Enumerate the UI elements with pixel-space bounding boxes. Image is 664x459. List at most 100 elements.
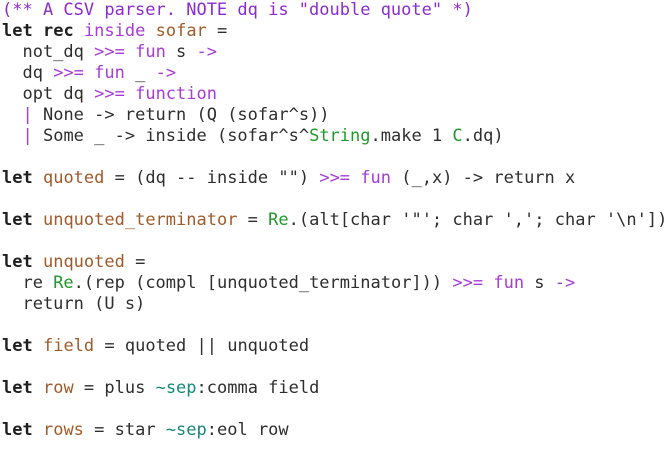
keyword-token: let (2, 336, 33, 356)
code-text-token: = (237, 210, 269, 230)
code-text-token: .dq) (462, 126, 504, 146)
label-token: ~sep (155, 378, 197, 398)
identifier-token: sofar (155, 21, 207, 41)
keyword-token: inside (83, 21, 146, 41)
code-line[interactable]: re Re.(rep (compl [unquoted_terminator])… (2, 273, 664, 294)
code-editor[interactable]: (** A CSV parser. NOTE dq is "double quo… (2, 0, 664, 459)
module-name-token: String (309, 126, 371, 146)
keyword-token: function (135, 84, 217, 104)
code-text-token: _ (124, 63, 156, 83)
code-text-token: :eol row (206, 420, 289, 440)
keyword-token: fun (135, 42, 166, 62)
code-line[interactable] (2, 399, 664, 420)
code-line[interactable]: let unquoted = (2, 252, 664, 273)
code-text-token: Some _ -> inside (sofar^s^ (32, 126, 310, 146)
keyword-token: let (2, 378, 33, 398)
keyword-token: let (2, 168, 33, 188)
operator-token: >>= (94, 42, 125, 62)
identifier-token: unquoted_terminator (42, 210, 238, 230)
code-text-token: .make 1 (370, 126, 453, 146)
code-line[interactable]: let row = plus ~sep:comma field (2, 378, 664, 399)
code-line[interactable] (2, 357, 664, 378)
code-line[interactable] (2, 147, 664, 168)
code-line[interactable]: let rows = star ~sep:eol row (2, 420, 664, 441)
keyword-token: let (2, 21, 33, 41)
module-name-token: Re (268, 210, 289, 230)
code-text-token: None -> return (Q (sofar^s)) (32, 105, 330, 125)
code-line[interactable] (2, 189, 664, 210)
operator-token: >>= (452, 273, 484, 293)
code-line[interactable]: let field = quoted || unquoted (2, 336, 664, 357)
keyword-token: fun (493, 273, 525, 293)
code-line[interactable] (2, 231, 664, 252)
code-line[interactable]: return (U s) (2, 294, 664, 315)
code-text-token: = star (83, 420, 166, 440)
module-name-token: Re (53, 273, 74, 293)
code-text-token: = plus (73, 378, 156, 398)
label-token: ~sep (165, 420, 207, 440)
keyword-token: let (2, 210, 33, 230)
operator-token: -> (196, 42, 218, 62)
keyword-token: let (2, 420, 33, 440)
code-text-token: not_dq (2, 42, 95, 62)
identifier-token: unquoted (42, 252, 125, 272)
code-line[interactable]: let quoted = (dq -- inside "") >>= fun (… (2, 168, 664, 189)
module-name-token: C (452, 126, 463, 146)
operator-token: | (22, 126, 33, 146)
code-line[interactable]: | Some _ -> inside (sofar^s^String.make … (2, 126, 664, 147)
code-text-token: re (2, 273, 54, 293)
code-text-token: opt dq (2, 84, 95, 104)
code-text-token: (_,x) -> return x (391, 168, 576, 188)
code-line[interactable]: dq >>= fun _ -> (2, 63, 664, 84)
code-text-token: return (U s) (2, 294, 146, 314)
code-text-token: = (dq -- inside "") (104, 168, 320, 188)
code-line[interactable]: | None -> return (Q (sofar^s)) (2, 105, 664, 126)
code-text-token: :comma field (196, 378, 320, 398)
identifier-token: field (42, 336, 95, 356)
code-text-token: .(alt[char '"'; char ','; char '\n']) (288, 210, 664, 230)
code-line[interactable] (2, 315, 664, 336)
code-text-token: s (524, 273, 555, 293)
code-line[interactable]: (** A CSV parser. NOTE dq is "double quo… (2, 0, 664, 21)
operator-token: >>= (94, 84, 125, 104)
code-text-token: = (124, 252, 146, 272)
keyword-token: fun (94, 63, 125, 83)
identifier-token: row (42, 378, 74, 398)
code-line[interactable]: let unquoted_terminator = Re.(alt[char '… (2, 210, 664, 231)
identifier-token: quoted (42, 168, 105, 188)
code-text-token: = (206, 21, 228, 41)
operator-token: >>= (319, 168, 351, 188)
code-text-token: .(rep (compl [unquoted_terminator])) (73, 273, 453, 293)
code-line[interactable]: let rec inside sofar = (2, 21, 664, 42)
keyword-token: let (2, 252, 33, 272)
operator-token: -> (554, 273, 576, 293)
identifier-token: rows (42, 420, 84, 440)
comment-token: (** A CSV parser. NOTE dq is "double quo… (2, 0, 473, 20)
keyword-token: fun (360, 168, 392, 188)
operator-token: -> (155, 63, 177, 83)
code-text-token: dq (2, 63, 54, 83)
code-text-token: s (165, 42, 197, 62)
operator-token: >>= (53, 63, 84, 83)
code-text-token: = quoted || unquoted (94, 336, 310, 356)
code-line[interactable]: opt dq >>= function (2, 84, 664, 105)
code-line[interactable]: not_dq >>= fun s -> (2, 42, 664, 63)
keyword-token: rec (42, 21, 74, 41)
operator-token: | (22, 105, 33, 125)
